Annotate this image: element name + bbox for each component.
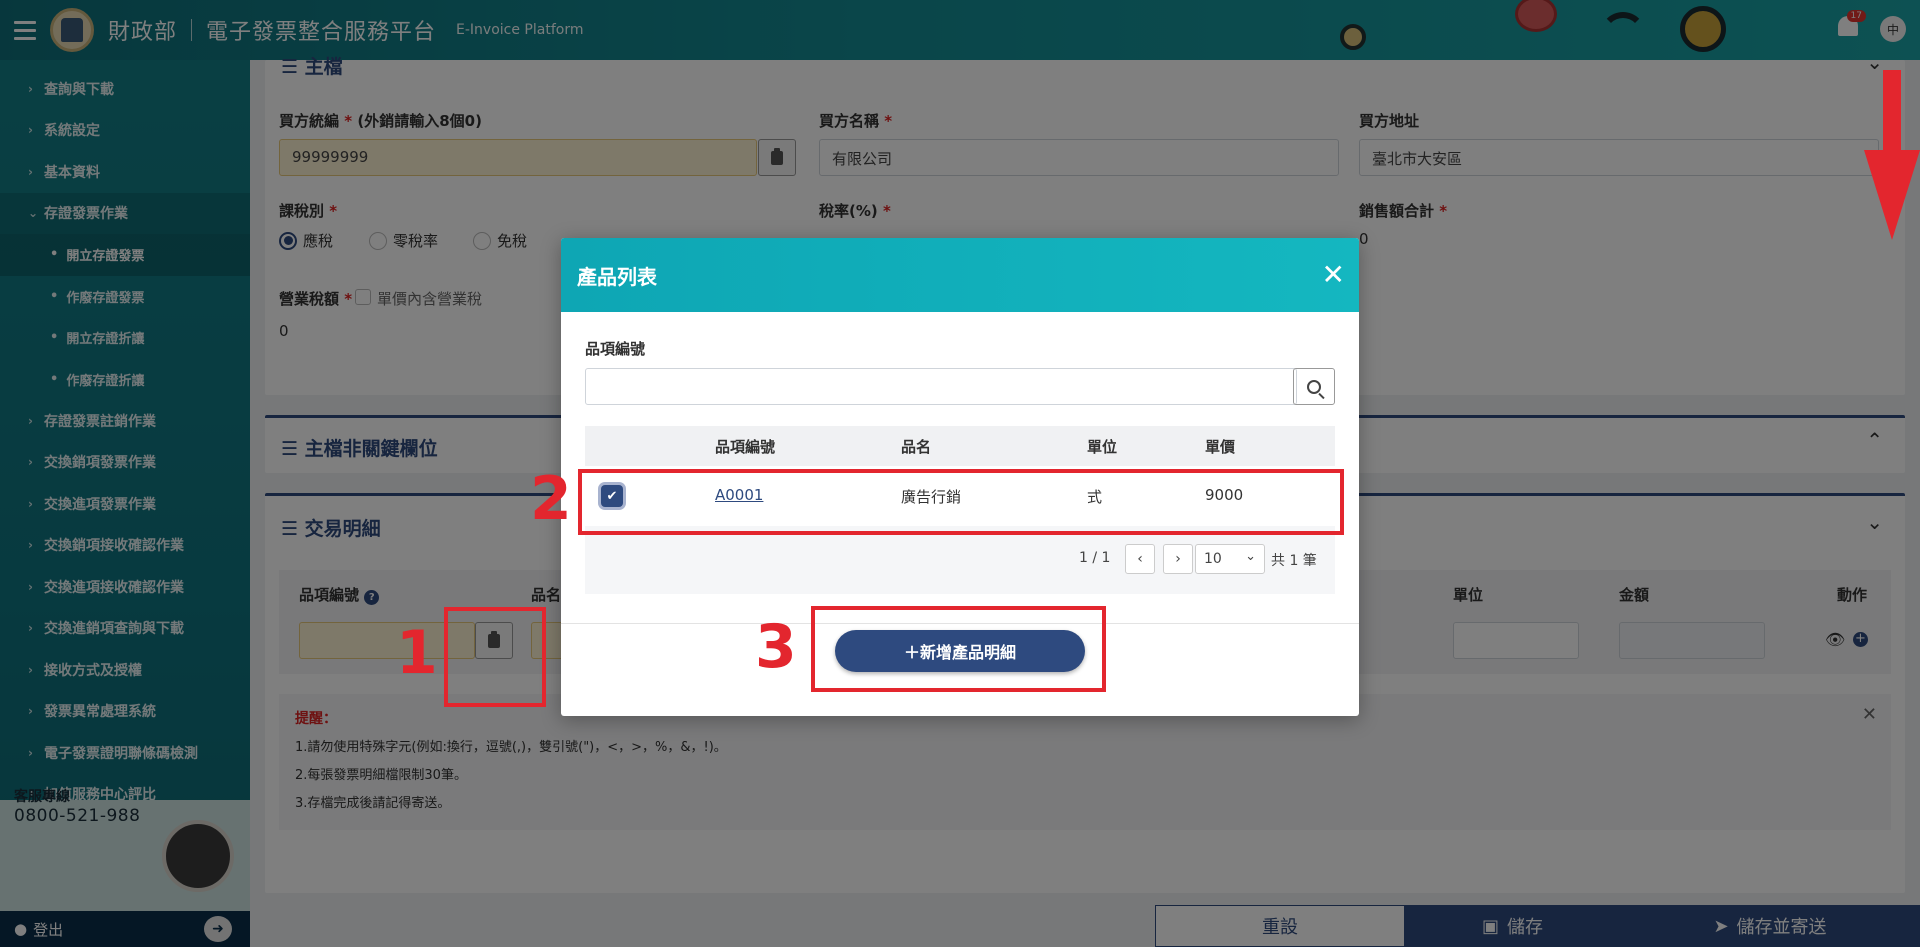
page-size-value: 10 [1204, 551, 1222, 567]
next-page-button[interactable]: › [1163, 544, 1193, 574]
col-item-code: 品項編號 [715, 438, 776, 456]
col-price: 單價 [1205, 438, 1236, 456]
page-indicator: 1 / 1 [1079, 550, 1111, 566]
pagination: 1 / 1 ‹ › 10 ⌄ 共 1 筆 [585, 526, 1335, 594]
modal-title: 產品列表 [577, 264, 657, 289]
annotation-number-1: 1 [396, 618, 438, 688]
total-count: 共 1 筆 [1271, 553, 1317, 569]
annotation-number-3: 3 [755, 612, 797, 682]
product-table-header: 品項編號 品名 單位 單價 [585, 426, 1335, 466]
annotation-box-3 [811, 606, 1106, 692]
col-unit: 單位 [1087, 438, 1118, 456]
close-icon[interactable]: ✕ [1322, 258, 1345, 291]
modal-search-input[interactable] [585, 368, 1297, 405]
annotation-box-2 [578, 469, 1344, 535]
modal-search-label: 品項編號 [585, 340, 646, 358]
modal-header: 產品列表 ✕ [561, 238, 1359, 312]
page-size-select[interactable]: 10 ⌄ [1195, 544, 1265, 574]
chevron-down-icon: ⌄ [1245, 549, 1256, 564]
search-icon [1307, 379, 1321, 394]
annotation-box-1 [444, 607, 546, 707]
col-item-name: 品名 [901, 438, 932, 456]
prev-page-button[interactable]: ‹ [1125, 544, 1155, 574]
modal-search-button[interactable] [1293, 368, 1335, 405]
annotation-number-2: 2 [530, 464, 572, 534]
annotation-down-arrow-icon [1864, 70, 1920, 240]
